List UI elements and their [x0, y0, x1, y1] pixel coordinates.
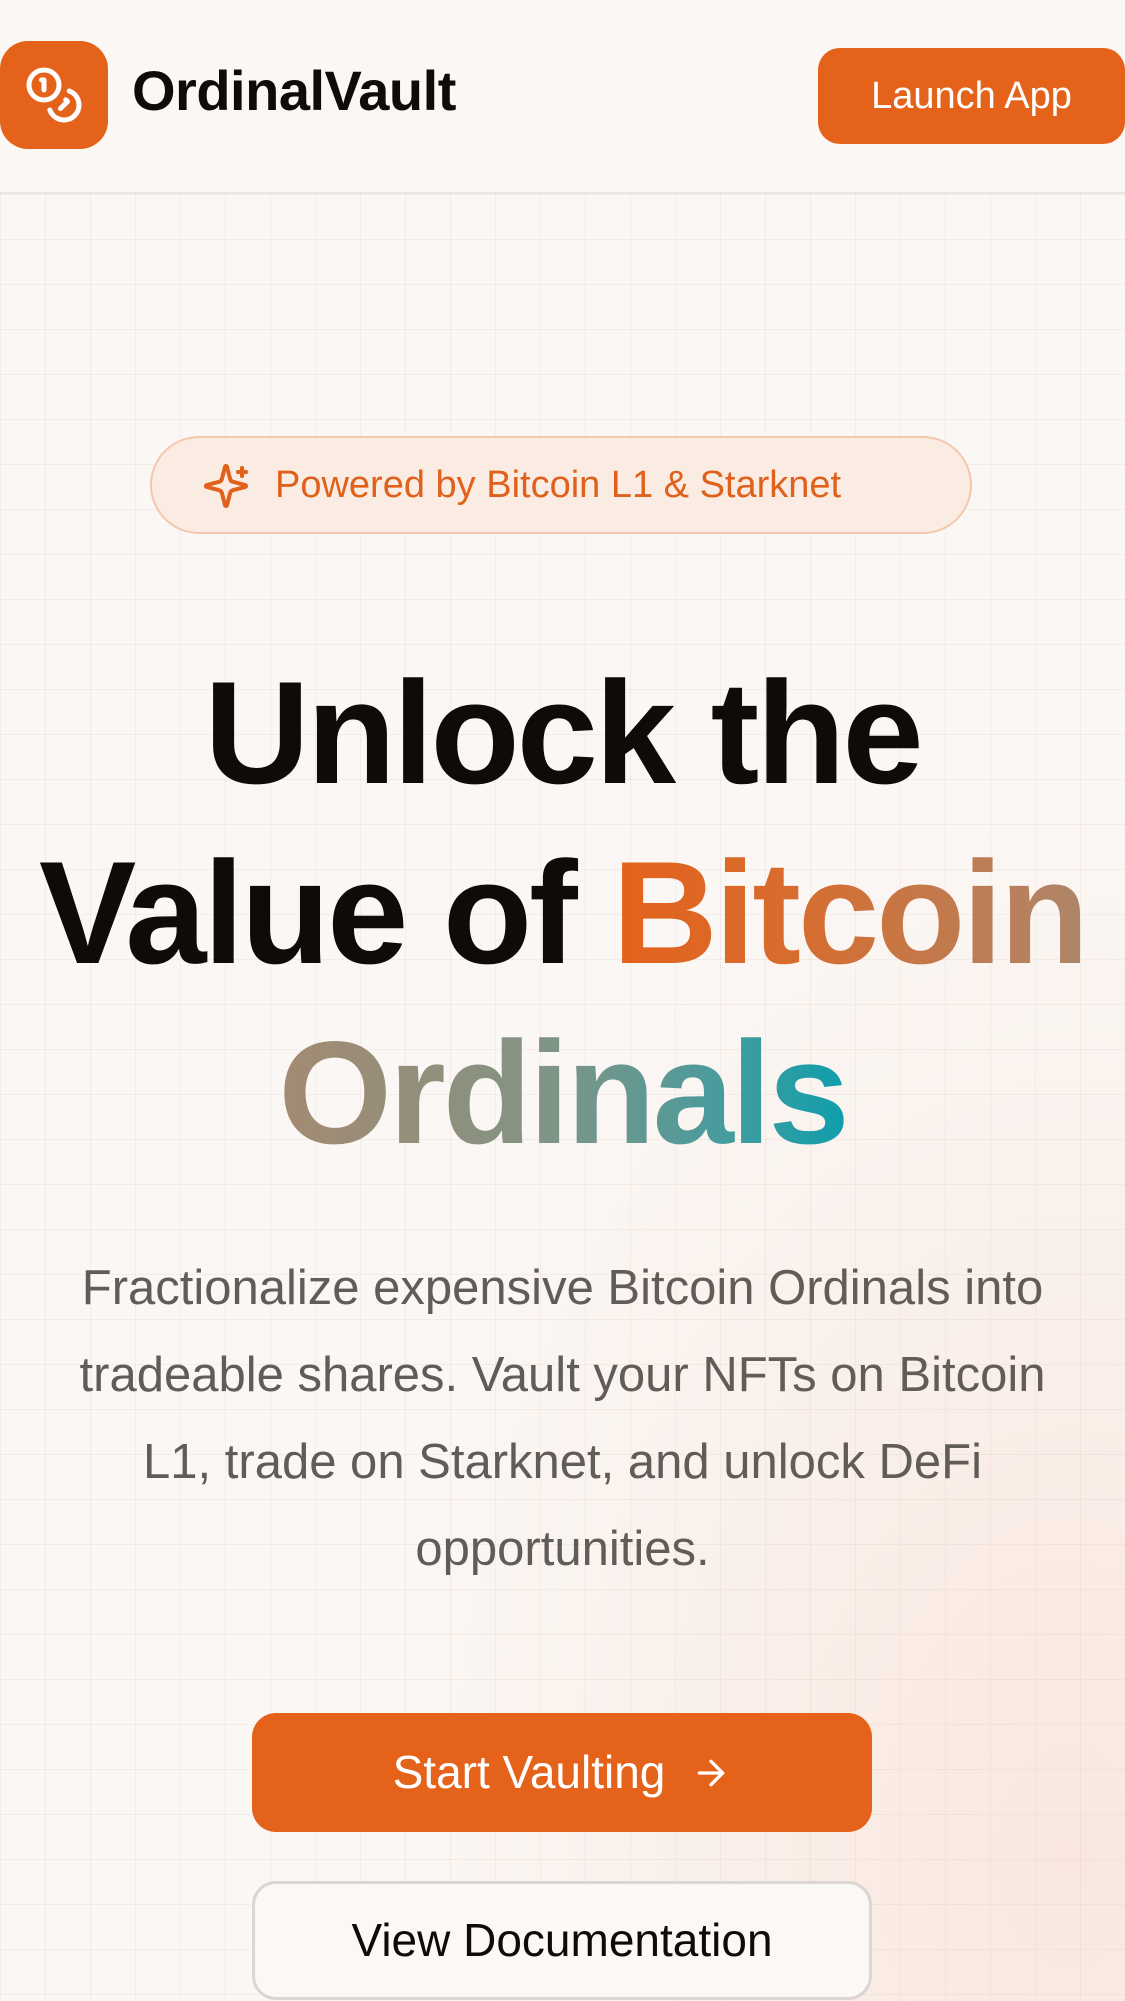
launch-app-button[interactable]: Launch App [818, 48, 1125, 144]
headline-line-2: Value of Bitcoin [0, 823, 1125, 1003]
powered-by-badge: Powered by Bitcoin L1 & Starknet [150, 436, 972, 534]
landing-page: OrdinalVault Launch App Powered by Bitco… [0, 0, 1125, 2001]
headline-plain-text: Value of [38, 831, 613, 994]
brand-logo[interactable] [0, 41, 108, 149]
hero-description: Fractionalize expensive Bitcoin Ordinals… [79, 1261, 1046, 1576]
start-vaulting-button[interactable]: Start Vaulting [252, 1713, 872, 1832]
hero-headline: Unlock the Value of Bitcoin Ordinals [0, 643, 1125, 1183]
headline-line-3: Ordinals [0, 1003, 1125, 1183]
start-vaulting-label: Start Vaulting [392, 1746, 666, 1798]
headline-accent-bitcoin: Bitcoin [612, 831, 1089, 994]
arrow-right-icon [698, 1759, 725, 1787]
badge-text: Powered by Bitcoin L1 & Starknet [275, 464, 842, 506]
site-header: OrdinalVault Launch App [0, 0, 1125, 194]
headline-accent-ordinals: Ordinals [278, 1011, 849, 1174]
view-documentation-button[interactable]: View Documentation [252, 1881, 872, 2000]
headline-line-1: Unlock the [204, 651, 923, 814]
brand-name[interactable]: OrdinalVault [132, 58, 456, 123]
sparkles-icon [204, 463, 249, 509]
coins-icon [26, 67, 82, 123]
